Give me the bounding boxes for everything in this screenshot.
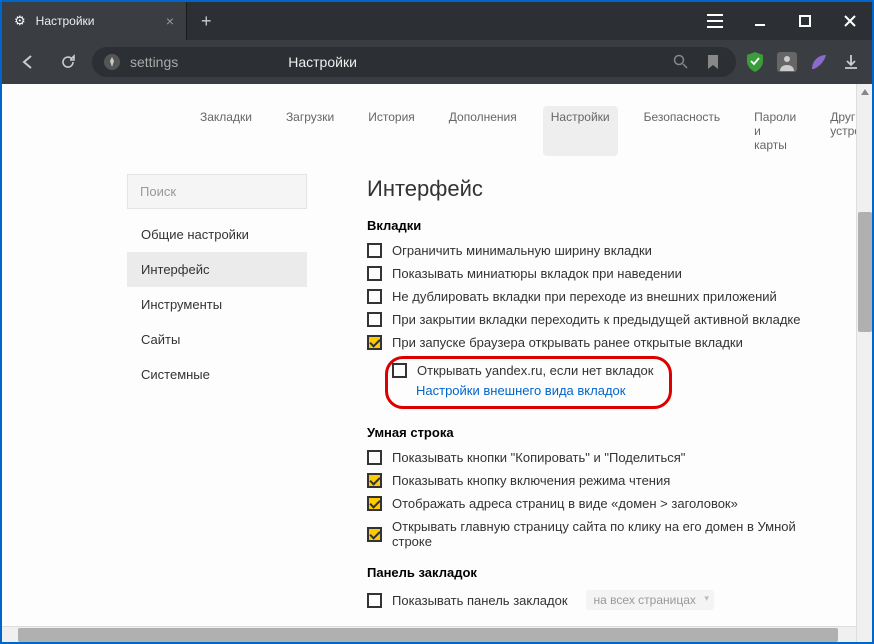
checkbox[interactable] bbox=[367, 335, 382, 350]
checkbox[interactable] bbox=[367, 450, 382, 465]
nav-passwords[interactable]: Пароли и карты bbox=[746, 106, 804, 156]
subsection-tabs: Вкладки bbox=[367, 218, 832, 233]
nav-history[interactable]: История bbox=[360, 106, 423, 156]
option-row: При закрытии вкладки переходить к предыд… bbox=[367, 312, 832, 327]
highlighted-region: Открывать yandex.ru, если нет вкладок На… bbox=[385, 356, 672, 409]
sidebar-item-interface[interactable]: Интерфейс bbox=[127, 252, 307, 287]
checkbox[interactable] bbox=[367, 496, 382, 511]
option-row: Показывать миниатюры вкладок при наведен… bbox=[367, 266, 832, 281]
tabs-appearance-link[interactable]: Настройки внешнего вида вкладок bbox=[416, 383, 625, 398]
new-tab-button[interactable]: + bbox=[187, 11, 226, 32]
scroll-thumb[interactable] bbox=[18, 628, 838, 642]
option-label: Не дублировать вкладки при переходе из в… bbox=[392, 289, 777, 304]
back-button[interactable] bbox=[12, 46, 44, 78]
option-row: Отображать адреса страниц в виде «домен … bbox=[367, 496, 832, 511]
menu-button[interactable] bbox=[692, 2, 737, 40]
option-label: Открывать yandex.ru, если нет вкладок bbox=[417, 363, 653, 378]
checkbox[interactable] bbox=[367, 473, 382, 488]
sidebar-item-system[interactable]: Системные bbox=[127, 357, 307, 392]
option-label: При закрытии вкладки переходить к предыд… bbox=[392, 312, 800, 327]
download-icon[interactable] bbox=[840, 51, 862, 73]
option-label: Показывать кнопку включения режима чтени… bbox=[392, 473, 670, 488]
sidebar-item-tools[interactable]: Инструменты bbox=[127, 287, 307, 322]
option-label: При запуске браузера открывать ранее отк… bbox=[392, 335, 743, 350]
profile-icon[interactable] bbox=[776, 51, 798, 73]
browser-navbar: settings Настройки bbox=[2, 40, 872, 84]
bookmark-icon[interactable] bbox=[702, 51, 724, 73]
option-row: Открывать yandex.ru, если нет вкладок bbox=[392, 363, 653, 378]
window-titlebar: ⚙ Настройки × + bbox=[2, 2, 872, 40]
settings-panel: Интерфейс Вкладки Ограничить минимальную… bbox=[367, 174, 832, 618]
checkbox[interactable] bbox=[367, 289, 382, 304]
reload-button[interactable] bbox=[52, 46, 84, 78]
subsection-smartbar: Умная строка bbox=[367, 425, 832, 440]
checkbox[interactable] bbox=[367, 266, 382, 281]
close-icon[interactable]: × bbox=[166, 13, 174, 29]
subsection-bookmarks-bar: Панель закладок bbox=[367, 565, 832, 580]
option-label: Показывать миниатюры вкладок при наведен… bbox=[392, 266, 682, 281]
bookmarks-scope-dropdown[interactable]: на всех страницах bbox=[586, 590, 714, 610]
gear-icon: ⚙ bbox=[14, 13, 26, 29]
nav-bookmarks[interactable]: Закладки bbox=[192, 106, 260, 156]
checkbox[interactable] bbox=[367, 593, 382, 608]
shield-icon[interactable] bbox=[744, 51, 766, 73]
nav-addons[interactable]: Дополнения bbox=[441, 106, 525, 156]
scroll-up-arrow[interactable] bbox=[857, 84, 872, 100]
sidebar-item-general[interactable]: Общие настройки bbox=[127, 217, 307, 252]
checkbox[interactable] bbox=[367, 243, 382, 258]
option-row: Показывать панель закладок на всех стран… bbox=[367, 590, 832, 610]
option-label: Отображать адреса страниц в виде «домен … bbox=[392, 496, 738, 511]
url-text: settings bbox=[130, 54, 178, 70]
nav-settings[interactable]: Настройки bbox=[543, 106, 618, 156]
option-label: Ограничить минимальную ширину вкладки bbox=[392, 243, 652, 258]
tab-title: Настройки bbox=[36, 14, 156, 28]
scroll-thumb[interactable] bbox=[858, 212, 872, 332]
option-label: Показывать панель закладок bbox=[392, 593, 568, 608]
nav-security[interactable]: Безопасность bbox=[636, 106, 729, 156]
search-icon[interactable] bbox=[670, 51, 692, 73]
horizontal-scrollbar[interactable] bbox=[2, 626, 856, 642]
minimize-button[interactable] bbox=[737, 2, 782, 40]
checkbox[interactable] bbox=[367, 312, 382, 327]
site-icon bbox=[104, 54, 120, 70]
vertical-scrollbar[interactable] bbox=[856, 84, 872, 642]
close-window-button[interactable] bbox=[827, 2, 872, 40]
page-title: Настройки bbox=[288, 54, 357, 70]
option-row: Показывать кнопки "Копировать" и "Подели… bbox=[367, 450, 832, 465]
checkbox[interactable] bbox=[392, 363, 407, 378]
section-title: Интерфейс bbox=[367, 176, 832, 202]
checkbox[interactable] bbox=[367, 527, 382, 542]
nav-downloads[interactable]: Загрузки bbox=[278, 106, 342, 156]
maximize-button[interactable] bbox=[782, 2, 827, 40]
settings-top-nav: Закладки Загрузки История Дополнения Нас… bbox=[2, 84, 872, 174]
option-row: Показывать кнопку включения режима чтени… bbox=[367, 473, 832, 488]
content-area: Закладки Загрузки История Дополнения Нас… bbox=[2, 84, 872, 642]
search-input[interactable]: Поиск bbox=[127, 174, 307, 209]
option-row: Не дублировать вкладки при переходе из в… bbox=[367, 289, 832, 304]
option-row: Открывать главную страницу сайта по клик… bbox=[367, 519, 832, 549]
settings-sidebar: Поиск Общие настройки Интерфейс Инструме… bbox=[127, 174, 307, 618]
option-label: Показывать кнопки "Копировать" и "Подели… bbox=[392, 450, 685, 465]
address-bar[interactable]: settings Настройки bbox=[92, 47, 736, 77]
browser-tab[interactable]: ⚙ Настройки × bbox=[2, 2, 187, 40]
sidebar-item-sites[interactable]: Сайты bbox=[127, 322, 307, 357]
option-label: Открывать главную страницу сайта по клик… bbox=[392, 519, 832, 549]
feather-icon[interactable] bbox=[808, 51, 830, 73]
option-row: При запуске браузера открывать ранее отк… bbox=[367, 335, 832, 350]
option-row: Ограничить минимальную ширину вкладки bbox=[367, 243, 832, 258]
